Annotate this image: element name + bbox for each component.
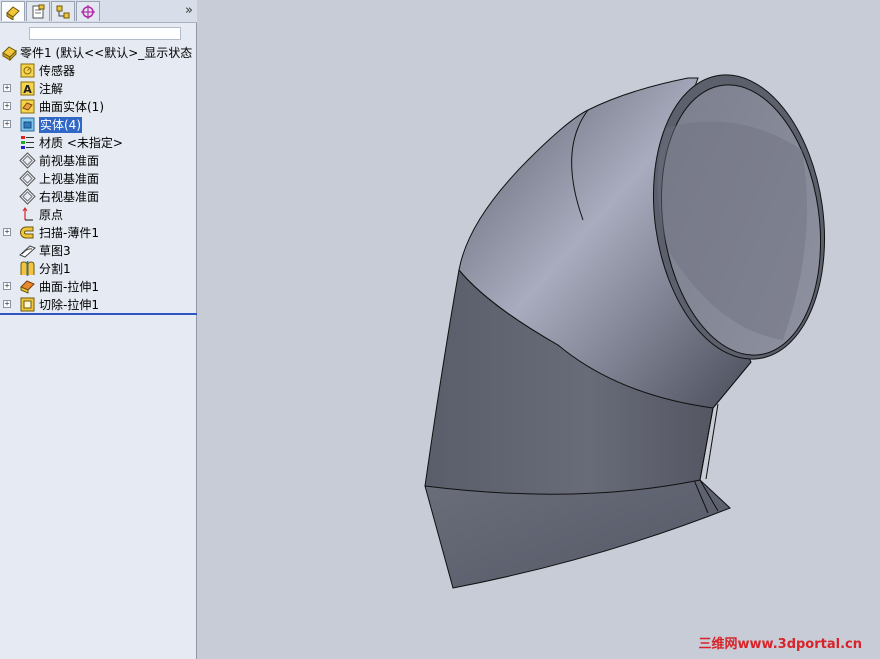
tree-item-split1[interactable]: 分割1 [0,260,197,278]
expand-toggle[interactable]: + [3,228,11,236]
origin-icon [22,207,33,221]
tree-item-label: 曲面实体(1) [39,100,104,114]
tree-item-solid-bodies[interactable]: + 实体(4) [0,116,197,134]
expand-toggle[interactable]: + [3,84,11,92]
sensor-icon [20,63,35,78]
svg-text:A: A [23,83,32,96]
tree-item-label: 传感器 [39,64,76,78]
tree-item-sketch3[interactable]: 草图3 [0,242,197,260]
dimxpert-manager-tab[interactable] [76,1,100,21]
panel-tab-bar: » [0,0,197,23]
tree-root-part[interactable]: 零件1 (默认<<默认>_显示状态 [0,44,197,62]
property-manager-icon [32,4,45,18]
tree-item-right-plane[interactable]: 右视基准面 [0,188,197,206]
feature-manager-panel: » 零件1 (默认<<默认>_显示状态 传感器 + A 注解 + 曲面实体(1)… [0,0,197,659]
tree-item-material[interactable]: 材质 <未指定> [0,134,197,152]
tree-item-surface-bodies[interactable]: + 曲面实体(1) [0,98,197,116]
tree-item-surface-extrude1[interactable]: + 曲面-拉伸1 [0,278,197,296]
expand-toggle[interactable]: + [3,282,11,290]
property-manager-tab[interactable] [26,1,50,21]
cut-extrude-icon [20,297,35,312]
tree-item-sensors[interactable]: 传感器 [0,62,197,80]
tree-item-top-plane[interactable]: 上视基准面 [0,170,197,188]
tree-item-annotations[interactable]: + A 注解 [0,80,197,98]
rollback-bar[interactable] [0,313,197,315]
tree-item-label: 切除-拉伸1 [39,298,99,312]
tree-item-origin[interactable]: 原点 [0,206,197,224]
plane-icon [19,170,36,187]
tree-item-label: 扫描-薄件1 [39,226,99,240]
configuration-manager-icon [56,5,70,18]
tree-item-label: 原点 [39,208,64,222]
tree-item-front-plane[interactable]: 前视基准面 [0,152,197,170]
tree-item-label: 曲面-拉伸1 [39,280,99,294]
part-icon [2,46,17,61]
feature-manager-icon [6,5,20,20]
expand-panel-button[interactable]: » [185,1,193,21]
tree-item-label: 右视基准面 [39,190,100,204]
configuration-manager-tab[interactable] [51,1,75,21]
split-icon [20,261,35,276]
tree-item-label: 前视基准面 [39,154,100,168]
solid-bodies-icon [20,117,35,132]
tree-item-sweep-thin[interactable]: + 扫描-薄件1 [0,224,197,242]
feature-manager-tab[interactable] [1,1,25,21]
graphics-viewport[interactable]: 三维网www.3dportal.cn [198,0,880,659]
surface-extrude-icon [20,280,35,294]
expand-toggle[interactable]: + [3,300,11,308]
sketch-icon [19,245,36,258]
tree-item-label: 分割1 [39,262,71,276]
tree-item-label: 草图3 [39,244,71,258]
annotation-icon: A [20,81,35,96]
tree-filter-input[interactable] [29,27,181,40]
surface-bodies-icon [20,99,35,114]
tree-item-label: 材质 <未指定> [39,136,123,150]
plane-icon [19,188,36,205]
tree-root-label: 零件1 (默认<<默认>_显示状态 [20,46,193,60]
pipe-elbow-model[interactable] [198,0,880,659]
tree-item-label: 实体(4) [39,117,82,133]
sweep-icon [20,226,34,239]
expand-toggle[interactable]: + [3,120,11,128]
plane-icon [19,152,36,169]
watermark-text: 三维网www.3dportal.cn [698,637,862,652]
tree-item-label: 注解 [39,82,64,96]
tree-item-label: 上视基准面 [39,172,100,186]
material-icon [21,136,34,149]
tree-item-cut-extrude1[interactable]: + 切除-拉伸1 [0,296,197,314]
expand-toggle[interactable]: + [3,102,11,110]
dimxpert-icon [81,4,95,19]
pipe-bottom-section[interactable] [424,479,731,589]
